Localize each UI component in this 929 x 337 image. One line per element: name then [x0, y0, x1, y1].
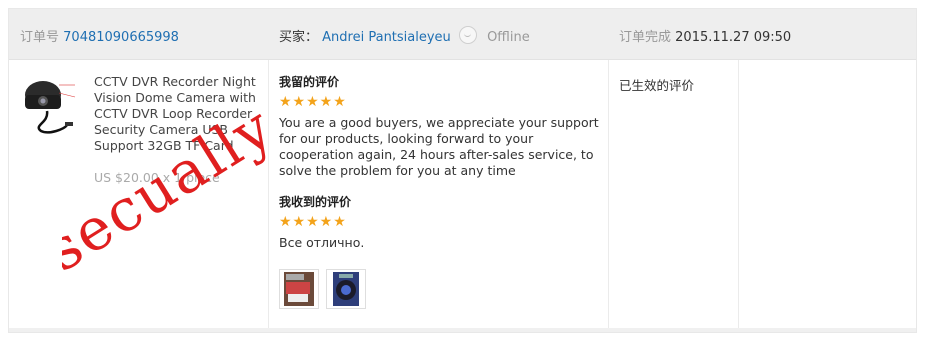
completed-group: 订单完成 2015.11.27 09:50 [619, 26, 791, 45]
online-status: Offline [487, 30, 530, 45]
dome-camera-image [25, 81, 76, 134]
photo-image [333, 272, 359, 306]
buyer-label: 买家： [279, 30, 319, 45]
product-price: US $20.00 x 1 piece [94, 170, 220, 185]
order-number-group: 订单号 70481090665998 [20, 26, 179, 45]
order-number-label: 订单号 [20, 30, 60, 45]
order-number-link[interactable]: 70481090665998 [63, 30, 179, 45]
bottom-border [9, 328, 916, 332]
product-thumbnail[interactable] [19, 73, 77, 135]
feedback-photo[interactable] [279, 269, 319, 309]
buyer-name-link[interactable]: Andrei Pantsialeyeu [322, 30, 451, 45]
received-feedback-text: Все отлично. [279, 235, 365, 250]
offline-chat-icon[interactable] [458, 26, 477, 44]
product-title[interactable]: CCTV DVR Recorder Night Vision Dome Came… [94, 74, 264, 154]
feedback-photo[interactable] [326, 269, 366, 309]
completed-label: 订单完成 [619, 30, 672, 45]
column-divider [738, 60, 739, 332]
order-header: 订单号 70481090665998 买家： Andrei Pantsialey… [9, 9, 916, 60]
received-feedback-stars: ★★★★★ [279, 214, 347, 230]
my-feedback-stars: ★★★★★ [279, 94, 347, 110]
my-feedback-text: You are a good buyers, we appreciate you… [279, 115, 599, 178]
completed-time: 2015.11.27 09:50 [675, 30, 792, 45]
my-feedback-title: 我留的评价 [279, 75, 340, 89]
column-divider [268, 60, 269, 332]
feedback-column: 我留的评价 ★★★★★ You are a good buyers, we ap… [279, 73, 609, 250]
buyer-group: 买家： Andrei Pantsialeyeu Offline [279, 26, 530, 45]
order-card: 订单号 70481090665998 买家： Andrei Pantsialey… [8, 8, 917, 333]
received-feedback-title: 我收到的评价 [279, 195, 352, 209]
feedback-status: 已生效的评价 [619, 78, 695, 93]
photo-image [284, 272, 314, 306]
